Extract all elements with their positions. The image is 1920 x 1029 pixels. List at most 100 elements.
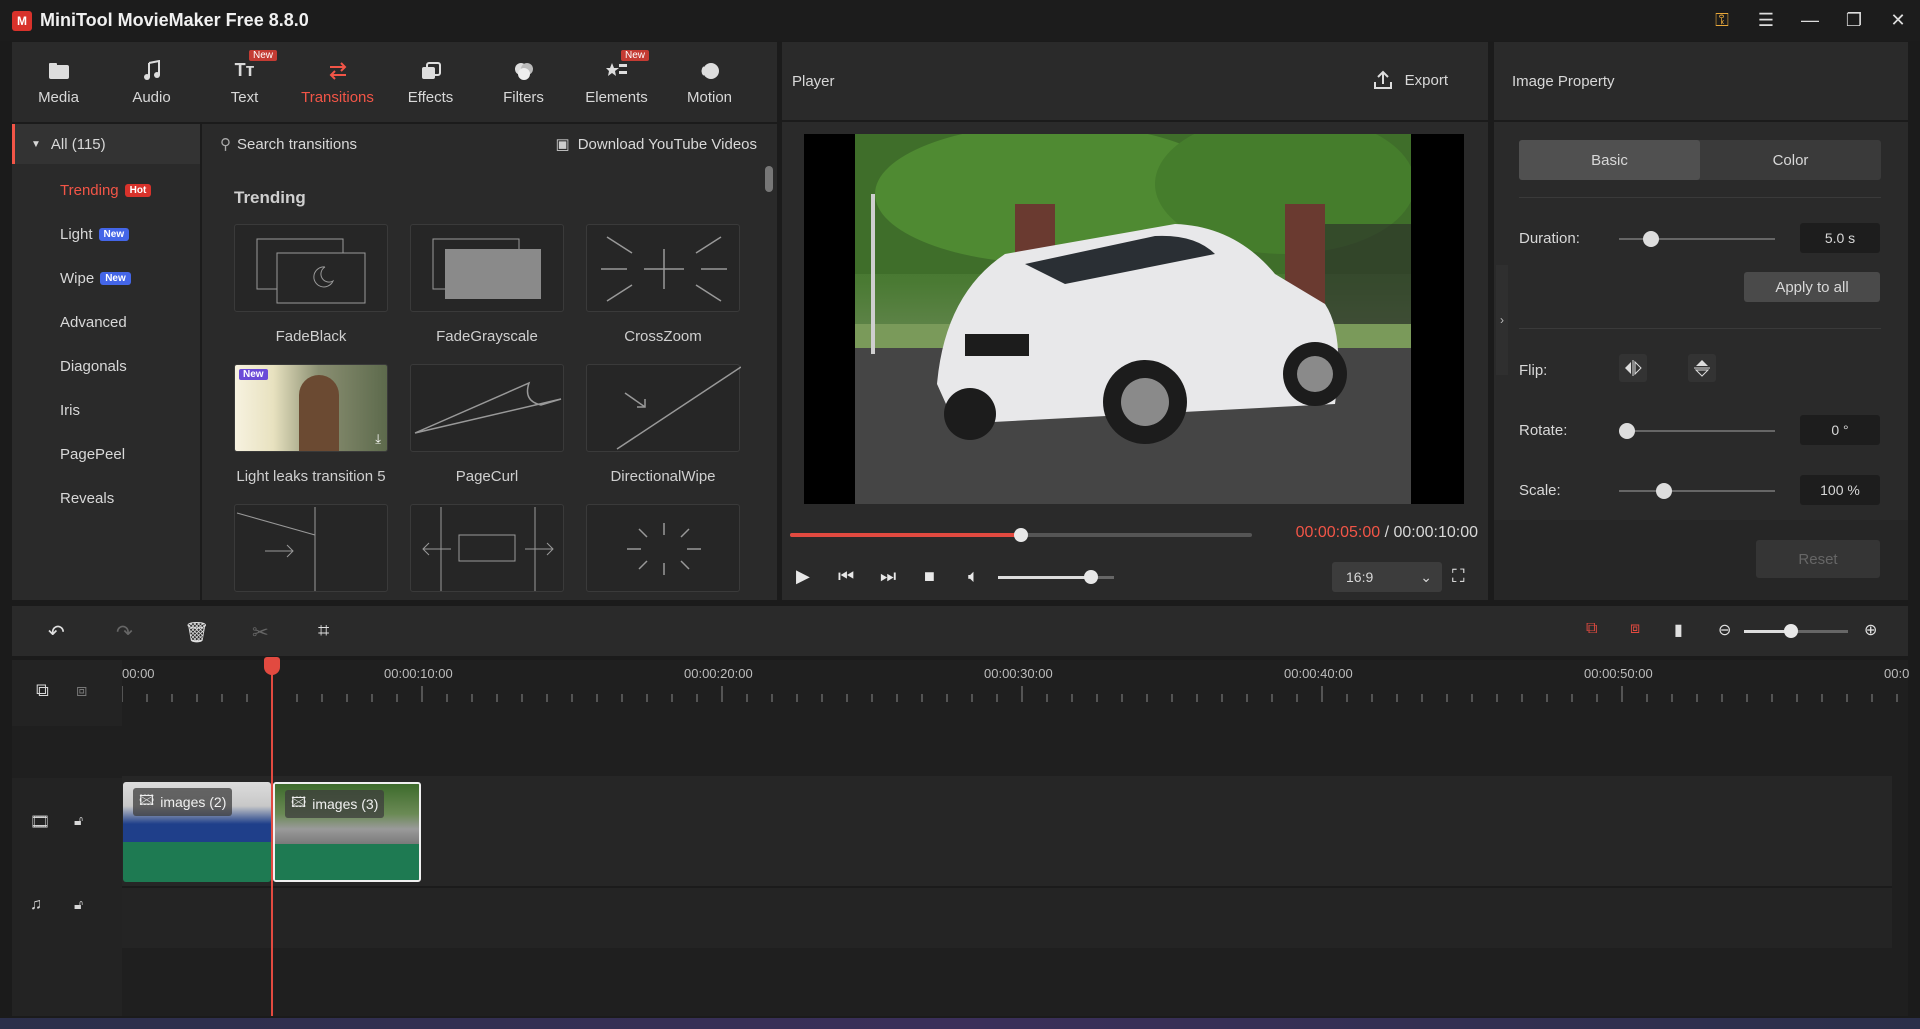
timeline-clip[interactable]: 🖾 images (2) — [123, 782, 271, 882]
reveal-thumbnail — [236, 507, 316, 591]
play-button[interactable]: ▶ — [796, 566, 810, 587]
remove-track-icon[interactable]: ⧈ — [76, 680, 87, 701]
person-silhouette — [299, 375, 339, 451]
transition-directionalwipe[interactable] — [586, 364, 742, 452]
transition-thumbnail[interactable] — [410, 504, 564, 592]
trim-clip-icon[interactable]: ⧈ — [1630, 620, 1640, 638]
seek-handle[interactable] — [1014, 528, 1028, 542]
zoom-slider[interactable] — [1744, 624, 1848, 638]
timeline-clip-selected[interactable]: 🖾 images (3) — [273, 782, 421, 882]
download-youtube-button[interactable]: ▣ Download YouTube Videos — [556, 135, 758, 154]
category-light[interactable]: Light New — [12, 212, 200, 256]
aspect-ratio-select[interactable]: 16:9 ⌄ — [1332, 562, 1442, 592]
menu-icon[interactable]: ☰ — [1744, 0, 1788, 41]
lock-icon[interactable]: 🔓︎ — [74, 896, 83, 913]
preview-image — [855, 134, 1415, 504]
prev-frame-button[interactable]: ⏮ — [838, 566, 854, 587]
key-icon[interactable]: ⚿ — [1700, 0, 1744, 41]
scrollbar[interactable] — [765, 166, 773, 192]
scale-label: Scale: — [1519, 482, 1561, 499]
timeline-ruler[interactable]: 00:00 00:00:10:00 00:00:20:00 00:00:30:0… — [122, 660, 1909, 726]
volume-handle[interactable] — [1083, 570, 1098, 584]
volume-slider[interactable] — [998, 570, 1114, 584]
tab-basic[interactable]: Basic — [1519, 140, 1700, 180]
category-trending[interactable]: Trending Hot — [12, 168, 200, 212]
duration-slider[interactable] — [1619, 231, 1775, 247]
chevron-down-icon: ⌄ — [1420, 568, 1432, 585]
category-iris[interactable]: Iris — [12, 388, 200, 432]
undo-icon[interactable]: ↶ — [48, 620, 65, 645]
tab-filters[interactable]: Filters — [477, 42, 570, 122]
music-note-icon — [140, 59, 164, 83]
zoom-out-icon[interactable]: ⊖ — [1718, 620, 1731, 640]
export-button[interactable]: Export — [1373, 70, 1448, 90]
transition-thumbnail[interactable] — [586, 504, 740, 592]
reset-button[interactable]: Reset — [1756, 540, 1880, 578]
transition-label: PageCurl — [455, 468, 519, 485]
seek-bar[interactable] — [790, 528, 1252, 542]
player-title: Player — [792, 72, 835, 90]
stop-button[interactable]: ■ — [924, 566, 935, 587]
zoom-handle[interactable] — [1784, 624, 1798, 638]
fullscreen-icon[interactable]: ⛶ — [1452, 566, 1465, 587]
scale-field[interactable]: 100 % — [1800, 475, 1880, 505]
category-reveals[interactable]: Reveals — [12, 476, 200, 520]
redo-icon[interactable]: ↷ — [116, 620, 133, 645]
scale-slider[interactable] — [1619, 483, 1775, 499]
transition-crosszoom[interactable] — [586, 224, 740, 312]
crop-icon[interactable]: ⌗ — [318, 620, 329, 643]
rotate-handle[interactable] — [1619, 423, 1635, 439]
media-toolbar: Media Audio New Tт Text Transitions Effe… — [12, 42, 777, 122]
rotate-field[interactable]: 0 ° — [1800, 415, 1880, 445]
clip-label: 🖾 images (3) — [285, 790, 385, 818]
tab-motion[interactable]: Motion — [663, 42, 756, 122]
volume-icon[interactable]: 🔈︎ — [968, 566, 979, 587]
flip-vertical-icon[interactable] — [1688, 354, 1716, 382]
duration-field[interactable]: 5.0 s — [1800, 223, 1880, 253]
tab-text[interactable]: New Tт Text — [198, 42, 291, 122]
add-track-icon[interactable]: ⧉ — [36, 680, 49, 701]
tab-label: Transitions — [301, 88, 374, 106]
transition-thumbnail[interactable] — [234, 504, 388, 592]
transition-pagecurl[interactable] — [410, 364, 564, 452]
playhead-handle[interactable] — [264, 657, 280, 675]
search-input[interactable]: Search transitions — [237, 136, 357, 153]
transition-fadegrayscale[interactable] — [410, 224, 564, 312]
close-button[interactable]: ✕ — [1876, 0, 1920, 41]
category-wipe[interactable]: Wipe New — [12, 256, 200, 300]
delete-icon[interactable]: 🗑︎ — [184, 620, 209, 645]
category-advanced[interactable]: Advanced — [12, 300, 200, 344]
tab-color[interactable]: Color — [1700, 140, 1881, 180]
collapse-panel-toggle[interactable]: › — [1496, 265, 1508, 375]
tab-media[interactable]: Media — [12, 42, 105, 122]
transition-light-leaks-5[interactable]: New ⤓ — [234, 364, 388, 452]
playhead[interactable] — [271, 660, 273, 1016]
maximize-button[interactable]: ❐ — [1832, 0, 1876, 41]
lock-icon[interactable]: 🔓︎ — [74, 812, 83, 829]
video-preview[interactable] — [804, 134, 1464, 504]
tick-label: 00:00:40:00 — [1284, 666, 1353, 681]
caret-down-icon: ▼ — [31, 138, 41, 150]
apply-to-all-button[interactable]: Apply to all — [1744, 272, 1880, 302]
download-icon[interactable]: ⤓ — [375, 431, 381, 447]
fit-timeline-icon[interactable]: ▮ — [1674, 620, 1683, 640]
split-scissors-icon[interactable]: ✂ — [252, 620, 269, 645]
category-all[interactable]: ▼ All (115) — [12, 124, 200, 164]
tab-elements[interactable]: New Elements — [570, 42, 663, 122]
zoom-in-icon[interactable]: ⊕ — [1864, 620, 1877, 640]
minimize-button[interactable]: — — [1788, 0, 1832, 41]
search-box[interactable]: ⚲ Search transitions — [220, 135, 357, 154]
rotate-slider[interactable] — [1619, 423, 1775, 439]
tab-effects[interactable]: Effects — [384, 42, 477, 122]
category-diagonals[interactable]: Diagonals — [12, 344, 200, 388]
split-clip-icon[interactable]: ⧉ — [1586, 620, 1597, 638]
flip-horizontal-icon[interactable] — [1619, 354, 1647, 382]
duration-handle[interactable] — [1643, 231, 1659, 247]
transition-fadeblack[interactable] — [234, 224, 388, 312]
next-frame-button[interactable]: ⏭ — [880, 566, 896, 587]
category-pagepeel[interactable]: PagePeel — [12, 432, 200, 476]
scale-handle[interactable] — [1656, 483, 1672, 499]
tab-transitions[interactable]: Transitions — [291, 42, 384, 122]
tab-audio[interactable]: Audio — [105, 42, 198, 122]
aspect-ratio-value: 16:9 — [1346, 569, 1374, 585]
